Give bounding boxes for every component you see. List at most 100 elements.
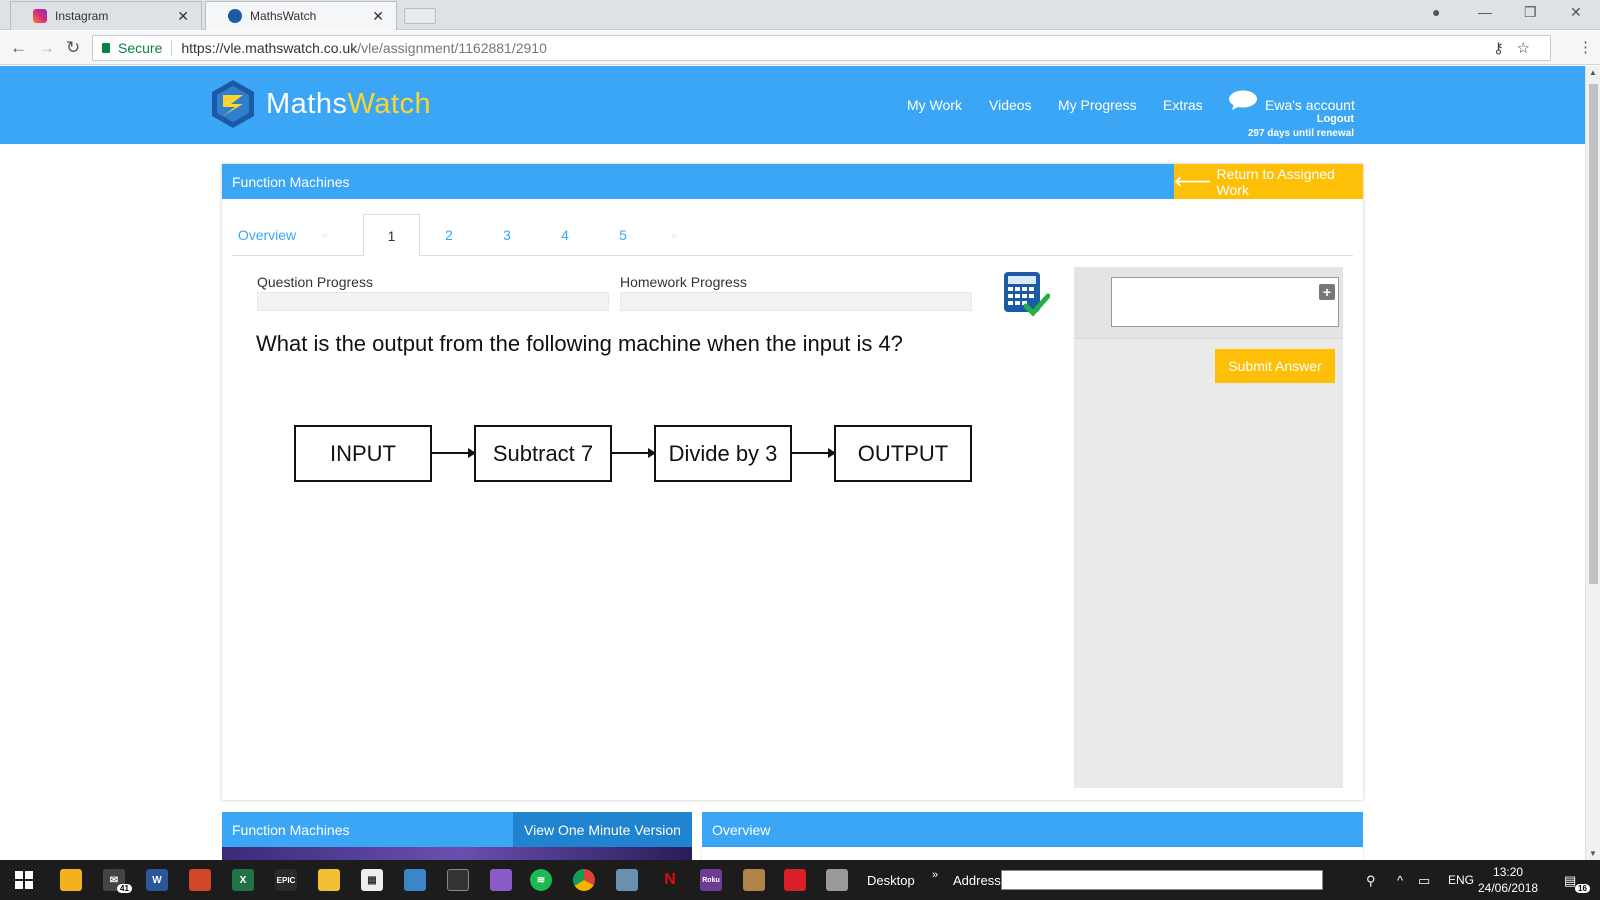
profile-icon[interactable]: ● bbox=[1432, 4, 1440, 20]
tab-question-4[interactable]: 4 bbox=[542, 214, 588, 256]
network-icon[interactable]: ▭ bbox=[1418, 873, 1430, 889]
answer-input-row: + bbox=[1074, 267, 1343, 339]
mathswatch-icon bbox=[228, 9, 242, 23]
chrome-icon[interactable] bbox=[573, 869, 595, 891]
video-thumbnail[interactable] bbox=[222, 847, 692, 860]
prev-page-icon[interactable]: « bbox=[318, 214, 332, 256]
return-to-assigned-work-button[interactable]: 🡐 Return to Assigned Work bbox=[1174, 164, 1363, 199]
menu-icon[interactable]: ⋮ bbox=[1578, 38, 1593, 56]
office-icon[interactable] bbox=[189, 869, 211, 891]
excel-icon[interactable]: X bbox=[232, 869, 254, 891]
overview-panel-body bbox=[702, 847, 1363, 860]
tab-mathswatch[interactable]: MathsWatch ✕ bbox=[205, 1, 397, 30]
next-page-icon[interactable]: » bbox=[667, 214, 681, 256]
video-panel-header: Function Machines View One Minute Versio… bbox=[222, 812, 692, 847]
page-scrollbar[interactable]: ▲ ▼ bbox=[1585, 66, 1600, 860]
answer-area: + Submit Answer bbox=[1074, 267, 1343, 788]
clock-date: 24/06/2018 bbox=[1478, 881, 1539, 895]
scroll-thumb[interactable] bbox=[1589, 84, 1598, 584]
question-tabs: Overview « 1 2 3 4 5 » bbox=[232, 214, 1353, 257]
answer-input[interactable] bbox=[1111, 277, 1339, 327]
url-host: https://vle.mathswatch.co.uk bbox=[181, 40, 358, 56]
calculator-app-icon[interactable]: ▦ bbox=[361, 869, 383, 891]
box-icon[interactable] bbox=[743, 869, 765, 891]
chevron-up-icon[interactable]: ^ bbox=[1397, 873, 1403, 888]
taskbar: ✉ 41 W X EPIC ▦ ≋ N Roku Desktop » Addre… bbox=[0, 860, 1600, 900]
nav-my-progress[interactable]: My Progress bbox=[1058, 97, 1137, 113]
logout-link[interactable]: Logout bbox=[1317, 113, 1354, 125]
return-label: Return to Assigned Work bbox=[1216, 165, 1335, 198]
homework-progress-label: Homework Progress bbox=[620, 274, 747, 290]
creative-cloud-icon[interactable] bbox=[784, 869, 806, 891]
tab-question-2[interactable]: 2 bbox=[426, 214, 472, 256]
windows-start-icon[interactable] bbox=[13, 869, 35, 891]
nav-my-work[interactable]: My Work bbox=[907, 97, 962, 113]
question-panel: Function Machines 🡐 Return to Assigned W… bbox=[222, 164, 1363, 800]
question-progress-bar bbox=[257, 292, 609, 311]
photos-icon[interactable] bbox=[826, 869, 848, 891]
spotify-icon[interactable]: ≋ bbox=[530, 869, 552, 891]
file-explorer-icon[interactable] bbox=[318, 869, 340, 891]
game-icon[interactable] bbox=[490, 869, 512, 891]
site-header: MathsWatch My Work Videos My Progress Ex… bbox=[0, 66, 1585, 144]
view-one-minute-version-button[interactable]: View One Minute Version bbox=[513, 812, 692, 847]
star-icon[interactable]: ☆ bbox=[1517, 39, 1530, 57]
key-icon[interactable]: ⚷ bbox=[1493, 39, 1504, 57]
people-icon[interactable]: ⚲ bbox=[1366, 873, 1376, 889]
reload-icon[interactable]: ↻ bbox=[66, 38, 80, 58]
nav-videos[interactable]: Videos bbox=[989, 97, 1032, 113]
machine-step-subtract: Subtract 7 bbox=[474, 425, 612, 482]
close-icon[interactable]: ✕ bbox=[372, 8, 384, 25]
new-tab-button[interactable] bbox=[404, 8, 436, 24]
chevron-right-icon[interactable]: » bbox=[932, 869, 938, 881]
instagram-icon bbox=[33, 9, 47, 23]
store-icon[interactable] bbox=[60, 869, 82, 891]
tab-title: MathsWatch bbox=[250, 9, 317, 23]
desktop-toolbar-label[interactable]: Desktop bbox=[867, 873, 915, 888]
close-window-icon[interactable]: ✕ bbox=[1570, 4, 1582, 21]
logo[interactable]: MathsWatch bbox=[209, 80, 431, 128]
terminal-icon[interactable] bbox=[447, 869, 469, 891]
close-icon[interactable]: ✕ bbox=[177, 8, 189, 25]
submit-answer-button[interactable]: Submit Answer bbox=[1215, 349, 1335, 383]
overview-panel-title: Overview bbox=[712, 822, 771, 838]
nav-extras[interactable]: Extras bbox=[1163, 97, 1203, 113]
restore-icon[interactable]: ❐ bbox=[1524, 4, 1537, 21]
url-text: https://vle.mathswatch.co.uk/vle/assignm… bbox=[181, 40, 547, 56]
url-bar[interactable]: Secure https://vle.mathswatch.co.uk/vle/… bbox=[92, 35, 1551, 61]
calculator-allowed-icon bbox=[1004, 272, 1050, 317]
tab-overview[interactable]: Overview bbox=[232, 214, 302, 256]
tab-instagram[interactable]: Instagram ✕ bbox=[10, 1, 202, 30]
machine-step-divide: Divide by 3 bbox=[654, 425, 792, 482]
back-icon[interactable]: ← bbox=[10, 38, 27, 58]
minimize-icon[interactable]: — bbox=[1478, 4, 1492, 20]
overview-panel-header: Overview bbox=[702, 812, 1363, 847]
language-indicator[interactable]: ENG bbox=[1448, 873, 1474, 887]
taskbar-address-input[interactable] bbox=[1001, 870, 1323, 890]
clock[interactable]: 13:20 24/06/2018 bbox=[1478, 864, 1538, 896]
epic-games-icon[interactable]: EPIC bbox=[275, 869, 297, 891]
mathswatch-logo-icon bbox=[212, 80, 254, 128]
question-text: What is the output from the following ma… bbox=[256, 331, 903, 356]
scroll-up-icon[interactable]: ▲ bbox=[1589, 68, 1597, 77]
account-link[interactable]: Ewa's account bbox=[1265, 97, 1355, 113]
plus-icon[interactable]: + bbox=[1319, 284, 1335, 300]
logo-wordmark: MathsWatch bbox=[266, 87, 432, 120]
netflix-icon[interactable]: N bbox=[659, 869, 681, 891]
scroll-down-icon[interactable]: ▼ bbox=[1589, 849, 1597, 858]
roku-icon[interactable]: Roku bbox=[700, 869, 722, 891]
address-bar-row: ← → ↻ Secure https://vle.mathswatch.co.u… bbox=[0, 31, 1600, 65]
homework-progress-bar bbox=[620, 292, 972, 311]
machine-input-box: INPUT bbox=[294, 425, 432, 482]
forward-icon[interactable]: → bbox=[38, 38, 55, 58]
tab-question-5[interactable]: 5 bbox=[600, 214, 646, 256]
app-icon[interactable] bbox=[404, 869, 426, 891]
notification-badge: 16 bbox=[1575, 884, 1590, 893]
tab-question-3[interactable]: 3 bbox=[484, 214, 530, 256]
paint-icon[interactable] bbox=[616, 869, 638, 891]
tab-question-1[interactable]: 1 bbox=[363, 214, 420, 257]
panel-header: Function Machines 🡐 Return to Assigned W… bbox=[222, 164, 1363, 199]
word-icon[interactable]: W bbox=[146, 869, 168, 891]
chat-icon[interactable] bbox=[1228, 90, 1258, 110]
address-toolbar-label: Address bbox=[953, 873, 1001, 888]
